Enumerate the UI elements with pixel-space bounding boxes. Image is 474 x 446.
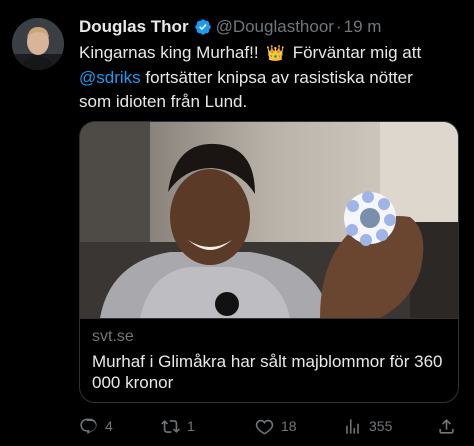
author-name[interactable]: Douglas Thor: [79, 17, 189, 37]
tweet-text-part: Kingarnas king Murhaf!!: [79, 43, 259, 62]
tweet-header: Douglas Thor @Douglasthoor · 19 m: [79, 15, 466, 39]
share-button[interactable]: [437, 414, 456, 438]
verified-badge-icon: [194, 18, 212, 36]
action-bar: 4 1 18 355: [79, 414, 474, 438]
retweet-count: 1: [187, 418, 195, 434]
link-card-body[interactable]: svt.se Murhaf i Glimåkra har sålt majblo…: [80, 318, 458, 402]
crown-emoji-icon: 👑: [266, 45, 285, 62]
reply-count: 4: [105, 418, 113, 434]
like-count: 18: [281, 418, 297, 434]
author-handle[interactable]: @Douglasthoor: [216, 17, 334, 37]
tweet-text: Kingarnas king Murhaf!! 👑 Förväntar mig …: [79, 41, 471, 114]
tweet-text-part: Förväntar mig att: [292, 43, 422, 62]
mention-link[interactable]: @sdriks: [79, 68, 141, 87]
tweet-text-part: fortsätter knipsa av rasistiska nötter: [145, 68, 413, 87]
views-button[interactable]: 355: [343, 414, 392, 438]
avatar[interactable]: [12, 18, 64, 70]
reply-icon: [80, 418, 97, 434]
share-icon: [439, 418, 454, 434]
like-button[interactable]: 18: [255, 414, 297, 438]
link-card[interactable]: svt.se Murhaf i Glimåkra har sålt majblo…: [79, 121, 459, 403]
timestamp[interactable]: 19 m: [344, 17, 382, 37]
views-count: 355: [369, 418, 393, 434]
retweet-button[interactable]: 1: [161, 414, 195, 438]
link-card-title: Murhaf i Glimåkra har sålt majblommor fö…: [92, 352, 443, 392]
tweet-text-part: som idioten från Lund.: [79, 92, 248, 111]
views-chart-icon: [346, 418, 359, 434]
heart-icon: [255, 419, 274, 435]
separator-dot: ·: [335, 17, 342, 36]
retweet-icon: [161, 419, 180, 433]
reply-button[interactable]: 4: [79, 414, 113, 438]
link-card-image[interactable]: [80, 122, 458, 318]
link-card-domain: svt.se: [92, 328, 134, 345]
avatar-image: [12, 18, 64, 70]
